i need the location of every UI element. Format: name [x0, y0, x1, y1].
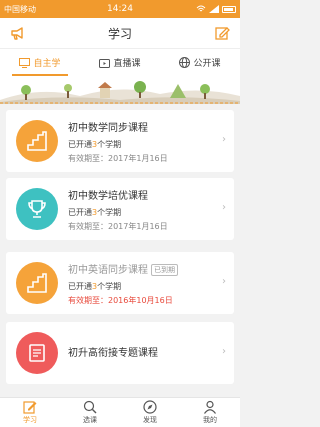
- course-expiry: 有效期至：2017年1月16日: [68, 222, 168, 231]
- learning-tabs: 自主学 直播课 公开课: [0, 48, 240, 76]
- tab-open-course[interactable]: 公开课: [160, 49, 240, 76]
- battery-icon: [222, 5, 236, 13]
- chevron-right-icon: ›: [222, 202, 226, 213]
- tab-label: 自主学: [33, 59, 61, 69]
- search-icon: [83, 400, 97, 414]
- tab-label: 公开课: [193, 59, 221, 69]
- course-name: 初升高衔接专题课程: [68, 348, 158, 359]
- nav-item-discover[interactable]: 发现: [120, 398, 180, 427]
- expired-badge: 已到期: [151, 264, 178, 276]
- user-icon: [204, 400, 216, 414]
- course-name: 初中英语同步课程 已到期: [68, 261, 178, 276]
- tab-label: 直播课: [113, 59, 141, 69]
- course-status: 已开通3个学期: [68, 140, 122, 149]
- course-card[interactable]: 初中数学同步课程 已开通3个学期 有效期至：2017年1月16日 ›: [6, 110, 234, 172]
- monitor-icon: [19, 57, 31, 68]
- nav-label: 发现: [143, 416, 157, 424]
- course-card[interactable]: 初中数学培优课程 已开通3个学期 有效期至：2017年1月16日 ›: [6, 178, 234, 240]
- pencil-note-icon: [23, 401, 37, 414]
- page-title: 学习: [107, 26, 132, 41]
- course-status: 已开通3个学期: [68, 208, 122, 217]
- nav-label: 学习: [23, 416, 37, 424]
- bottom-nav: 学习 选课 发现 我的: [0, 397, 240, 427]
- nav-item-study[interactable]: 学习: [0, 398, 60, 427]
- course-expiry: 有效期至：2016年10月16日: [68, 296, 173, 305]
- status-bar: 中国移动 14:24: [0, 0, 240, 18]
- course-card[interactable]: 初中英语同步课程 已到期 已开通3个学期 有效期至：2016年10月16日 ›: [6, 252, 234, 314]
- app-header: 学习: [0, 18, 240, 48]
- course-card[interactable]: 初升高衔接专题课程 ›: [6, 322, 234, 384]
- tab-self-study[interactable]: 自主学: [0, 49, 80, 76]
- nav-label: 选课: [83, 416, 97, 424]
- nav-label: 我的: [203, 416, 217, 424]
- stairs-icon: [16, 120, 58, 162]
- megaphone-icon[interactable]: [10, 25, 26, 45]
- book-icon: [16, 332, 58, 374]
- tv-icon: [99, 58, 111, 68]
- compass-icon: [143, 400, 157, 414]
- edit-icon[interactable]: [214, 25, 230, 45]
- trophy-icon: [16, 188, 58, 230]
- course-status: 已开通3个学期: [68, 282, 122, 291]
- chevron-right-icon: ›: [222, 276, 226, 287]
- chevron-right-icon: ›: [222, 134, 226, 145]
- course-expiry: 有效期至：2017年1月16日: [68, 154, 168, 163]
- course-name: 初中数学培优课程: [68, 191, 148, 202]
- nav-item-profile[interactable]: 我的: [180, 398, 240, 427]
- clock: 14:24: [107, 4, 133, 14]
- course-name: 初中数学同步课程: [68, 123, 148, 134]
- chevron-right-icon: ›: [222, 346, 226, 357]
- decorative-banner: [0, 76, 240, 104]
- globe-icon: [179, 57, 191, 68]
- nav-item-course-select[interactable]: 选课: [60, 398, 120, 427]
- tab-live[interactable]: 直播课: [80, 49, 160, 76]
- stairs-icon: [16, 262, 58, 304]
